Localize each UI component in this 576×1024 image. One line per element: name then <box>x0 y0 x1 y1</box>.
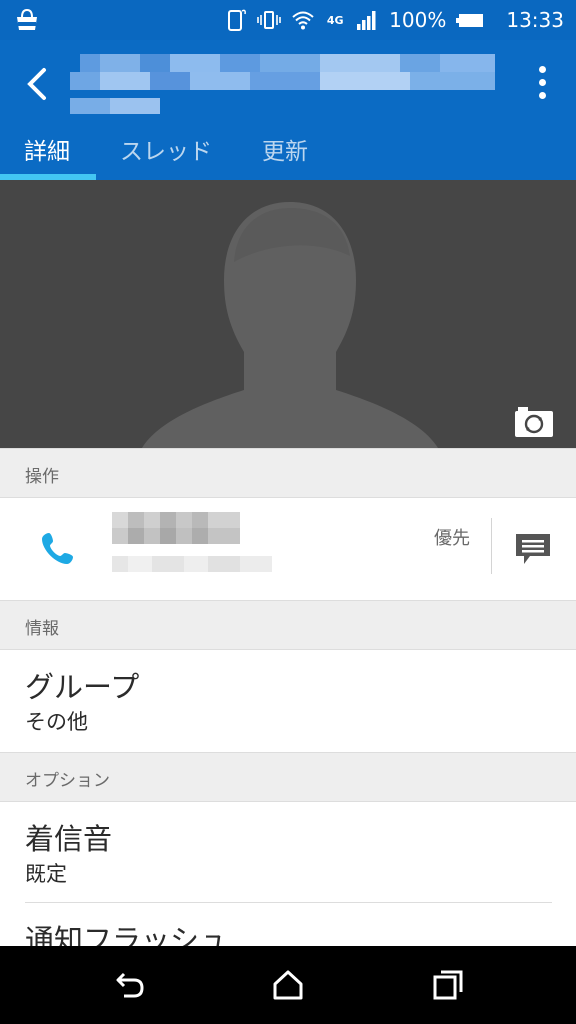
tab-threads[interactable]: スレッド <box>120 132 212 180</box>
group-row[interactable]: グループ その他 <box>0 650 576 752</box>
group-title: グループ <box>25 670 140 704</box>
nav-back-icon[interactable] <box>112 968 146 1002</box>
phone-call-icon[interactable] <box>40 530 76 566</box>
section-header-options: オプション <box>0 752 576 802</box>
person-silhouette-icon <box>142 202 438 448</box>
wifi-icon <box>292 11 314 30</box>
vibrate-icon <box>257 11 281 29</box>
battery-percent: 100% <box>389 8 447 32</box>
phone-number-redacted <box>112 512 272 572</box>
nav-home-icon[interactable] <box>271 968 305 1002</box>
navigation-bar <box>0 946 576 1024</box>
phone-vibrate-icon <box>228 9 247 31</box>
ringtone-title: 着信音 <box>25 822 113 856</box>
contact-photo <box>0 180 576 448</box>
change-photo-camera-icon[interactable] <box>514 406 554 438</box>
section-header-actions: 操作 <box>0 448 576 498</box>
battery-icon <box>456 14 484 27</box>
overflow-menu-icon[interactable] <box>536 66 548 102</box>
market-bag-icon <box>17 8 37 30</box>
tab-bar: 詳細 スレッド 更新 <box>0 132 576 180</box>
back-arrow-icon[interactable] <box>20 62 56 106</box>
phone-action-row[interactable]: 優先 <box>0 498 576 601</box>
nav-recent-apps-icon[interactable] <box>431 968 465 1002</box>
notification-flash-row[interactable]: 通知フラッシュ <box>0 903 576 946</box>
notification-flash-title: 通知フラッシュ <box>25 923 229 946</box>
tab-details[interactable]: 詳細 <box>24 132 70 180</box>
group-value: その他 <box>25 710 88 734</box>
app-bar: 詳細 スレッド 更新 <box>0 40 576 180</box>
priority-label: 優先 <box>434 528 470 549</box>
section-header-info-label: 情報 <box>25 619 59 639</box>
section-header-actions-label: 操作 <box>25 467 59 487</box>
status-bar: 4G 100% 13:33 <box>0 0 576 40</box>
message-icon[interactable] <box>514 532 552 566</box>
ringtone-row[interactable]: 着信音 既定 <box>0 802 576 902</box>
tab-updates[interactable]: 更新 <box>262 132 308 180</box>
ringtone-value: 既定 <box>25 862 67 886</box>
clock: 13:33 <box>506 8 564 32</box>
network-type: 4G <box>326 13 344 27</box>
section-header-options-label: オプション <box>25 771 110 791</box>
contact-name-redacted <box>70 54 495 114</box>
signal-icon <box>357 11 376 30</box>
vertical-divider <box>491 518 492 574</box>
section-header-info: 情報 <box>0 600 576 650</box>
